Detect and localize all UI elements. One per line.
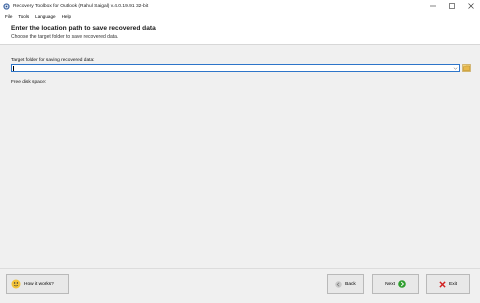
bottom-divider <box>0 268 480 269</box>
close-window-button[interactable] <box>461 0 480 12</box>
next-arrow-icon <box>398 280 406 288</box>
menu-bar: File Tools Language Help <box>0 12 480 20</box>
minimize-icon <box>429 5 436 7</box>
how-it-works-button[interactable]: How it works? <box>6 274 69 294</box>
maximize-icon <box>448 3 455 9</box>
menu-help[interactable]: Help <box>59 14 74 19</box>
menu-tools[interactable]: Tools <box>15 14 32 19</box>
back-arrow-icon <box>335 280 342 288</box>
target-folder-label: Target folder for saving recovered data: <box>11 58 95 63</box>
window-controls <box>423 0 480 12</box>
how-it-works-label: How it works? <box>24 281 54 287</box>
folder-icon <box>462 63 471 72</box>
next-button[interactable]: Next <box>372 274 419 294</box>
chevron-down-icon <box>453 66 457 70</box>
menu-file[interactable]: File <box>2 14 15 19</box>
back-button[interactable]: Back <box>327 274 364 294</box>
target-folder-combobox[interactable] <box>11 64 460 72</box>
free-disk-space-label: Free disk space: <box>11 80 47 85</box>
next-label: Next <box>385 281 395 287</box>
page-subtitle: Choose the target folder to save recover… <box>11 34 119 40</box>
helper-icon <box>11 279 21 289</box>
step-header: Enter the location path to save recovere… <box>0 20 480 45</box>
menu-language[interactable]: Language <box>32 14 58 19</box>
dropdown-arrow-button[interactable] <box>452 65 458 71</box>
minimize-button[interactable] <box>423 0 442 12</box>
back-label: Back <box>345 281 356 287</box>
title-bar: Recovery Toolbox for Outlook (Rahul Saig… <box>0 0 480 12</box>
app-icon <box>3 2 10 10</box>
text-caret <box>13 66 14 71</box>
close-icon <box>467 3 474 9</box>
window-title: Recovery Toolbox for Outlook (Rahul Saig… <box>13 3 149 9</box>
page-title: Enter the location path to save recovere… <box>11 25 156 32</box>
exit-button[interactable]: Exit <box>426 274 470 294</box>
exit-label: Exit <box>449 281 457 287</box>
browse-folder-button[interactable] <box>462 63 471 72</box>
exit-x-icon <box>439 280 446 288</box>
maximize-button[interactable] <box>442 0 461 12</box>
